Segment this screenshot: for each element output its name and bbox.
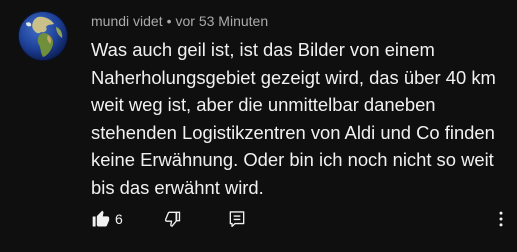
reply-icon	[229, 211, 245, 227]
like-count: 6	[115, 211, 123, 227]
globe-icon	[18, 11, 68, 61]
meta-separator: •	[166, 13, 172, 29]
more-vertical-icon	[499, 211, 503, 227]
comment-actions: 6	[0, 206, 517, 232]
comment-text-line: bis das erwähnt wird.	[91, 176, 264, 198]
author-name[interactable]: mundi videt	[91, 13, 163, 29]
comment-text-line: Was auch geil ist, ist das Bilder von ei…	[91, 39, 435, 60]
dislike-button[interactable]	[162, 208, 184, 230]
comment-meta: mundi videt • vor 53 Minuten	[91, 12, 268, 30]
thumbs-down-icon	[164, 211, 181, 227]
comment-text-line: keine Erwähnung. Oder bin ich noch nicht…	[91, 149, 494, 171]
reply-button[interactable]	[226, 208, 248, 230]
comment-text-line: stehenden Logistikzentren von Aldi und C…	[91, 121, 495, 143]
comment: mundi videt • vor 53 Minuten Was auch geil…	[0, 0, 517, 252]
thumbs-up-icon	[92, 210, 110, 227]
avatar[interactable]	[18, 11, 68, 61]
comment-text-line: weit weg ist, aber die unmittelbar daneb…	[91, 94, 436, 116]
comment-text-line: Naherholungsgebiet gezeigt wird, das übe…	[91, 66, 496, 88]
comment-timestamp[interactable]: vor 53 Minuten	[176, 13, 269, 29]
like-button[interactable]	[90, 208, 112, 230]
more-options-button[interactable]	[490, 208, 512, 230]
comment-text: Was auch geil ist, ist das Bilder von ei…	[91, 36, 501, 202]
